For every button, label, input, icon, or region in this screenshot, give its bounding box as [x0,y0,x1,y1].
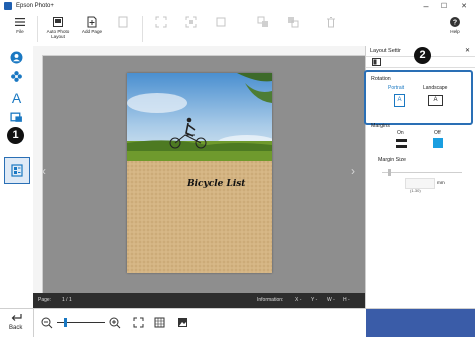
sidebar-item-stamps[interactable] [8,70,25,86]
title-bar: Epson Photo+ – ☐ ✕ [0,0,475,14]
sidebar-item-text[interactable]: A [8,90,25,106]
file-label: File [16,29,24,34]
margins-off-option[interactable] [433,138,443,148]
zoom-in-icon[interactable] [109,317,121,329]
landscape-option[interactable]: A [428,95,443,106]
margin-unit-label: mm [437,180,445,185]
page-tool-icon [118,16,128,28]
fit-to-window-icon[interactable] [133,317,144,328]
toolbar: File Auto Photo Layout Add Page ? Help [0,13,475,47]
bottom-bar: Back [0,308,475,337]
help-icon: ? [450,17,460,27]
w-readout: W - [327,297,335,303]
help-button[interactable]: ? Help [444,13,466,46]
margin-size-label: Margin Size [378,157,406,163]
back-arrow-icon [11,314,22,321]
sidebar-item-layout-settings[interactable] [4,157,30,184]
page-value: 1 / 1 [62,297,72,303]
sidebar-item-people[interactable] [8,51,25,67]
image-icon[interactable] [177,317,188,328]
fill-tool-button[interactable] [178,13,204,46]
back-button[interactable]: Back [0,309,34,337]
horizontal-ruler [33,46,365,56]
page-label: Page: [38,297,52,303]
person-icon [10,51,23,64]
landscape-label: Landscape [423,85,448,91]
toolbar-divider [142,16,143,42]
callout-2: 2 [414,47,431,64]
prev-page-arrow[interactable]: ‹ [42,164,46,178]
callout-1: 1 [7,127,24,144]
flower-icon [11,71,22,82]
photo-image [127,73,272,273]
fill-icon [185,16,197,28]
align-icon [216,17,226,27]
status-bar: Page: 1 / 1 Information: X - Y - W - H - [33,293,365,308]
panel-close-button[interactable]: ✕ [465,47,470,54]
margin-range-label: (1-30) [410,188,421,193]
back-tool-button[interactable] [280,13,306,46]
portrait-label: Portrait [388,85,405,91]
frame-icon [10,112,22,122]
margins-label: Margins [371,123,390,129]
rotation-section: Rotation Portrait A Landscape A [364,70,473,125]
page-preview[interactable]: Bicycle List [127,73,272,273]
add-page-label: Add Page [81,29,103,34]
front-tool-button[interactable] [250,13,276,46]
disabled-tool-button[interactable] [110,13,136,46]
information-label: Information: [257,297,284,303]
fit-icon [155,16,167,28]
margins-on-option[interactable] [396,139,407,148]
delete-tool-button[interactable] [318,13,344,46]
layout-settings-icon [11,164,23,177]
panel-title: Layout Settir [370,48,401,54]
window-title: Epson Photo+ [16,3,54,9]
margins-off-label: Off [434,130,441,136]
toolbar-divider [37,16,38,42]
app-icon [4,2,12,10]
auto-layout-icon [53,17,63,27]
minimize-button[interactable]: – [418,1,434,12]
panel-divider [366,67,475,68]
close-window-button[interactable]: ✕ [456,1,472,12]
portrait-option[interactable]: A [394,94,405,107]
x-readout: X - [295,297,302,303]
margins-on-label: On [397,130,404,136]
svg-text:?: ? [453,20,457,27]
sidebar-item-frames[interactable] [8,111,25,127]
menu-icon [15,18,25,26]
zoom-out-icon[interactable] [41,317,53,329]
auto-photo-layout-label: Auto Photo Layout [46,29,70,39]
send-back-icon [288,17,299,28]
maximize-button[interactable]: ☐ [436,1,452,12]
page-title-text[interactable]: Bicycle List [187,179,245,189]
y-readout: Y - [311,297,318,303]
h-readout: H - [343,297,350,303]
margin-size-slider-thumb[interactable] [388,169,391,176]
layout-settings-panel: Layout Settir ✕ Rotation Portrait A Land… [364,46,475,308]
layout-tab-icon[interactable] [372,58,381,66]
panel-footer [366,309,475,337]
auto-photo-layout-button[interactable]: Auto Photo Layout [40,13,76,46]
add-page-button[interactable]: Add Page [78,13,106,46]
left-sidebar: A [0,46,34,308]
grid-icon[interactable] [154,317,165,328]
help-label: Help [450,29,460,34]
fit-tool-button[interactable] [148,13,174,46]
align-tool-button[interactable] [208,13,234,46]
zoom-slider-thumb[interactable] [64,318,67,327]
margin-size-slider[interactable] [382,172,462,173]
rotation-label: Rotation [371,76,391,82]
file-button[interactable]: File [8,13,32,46]
next-page-arrow[interactable]: › [351,164,355,178]
add-page-icon [87,16,97,28]
bring-front-icon [257,16,268,27]
back-label: Back [9,325,23,331]
trash-icon [327,17,335,28]
